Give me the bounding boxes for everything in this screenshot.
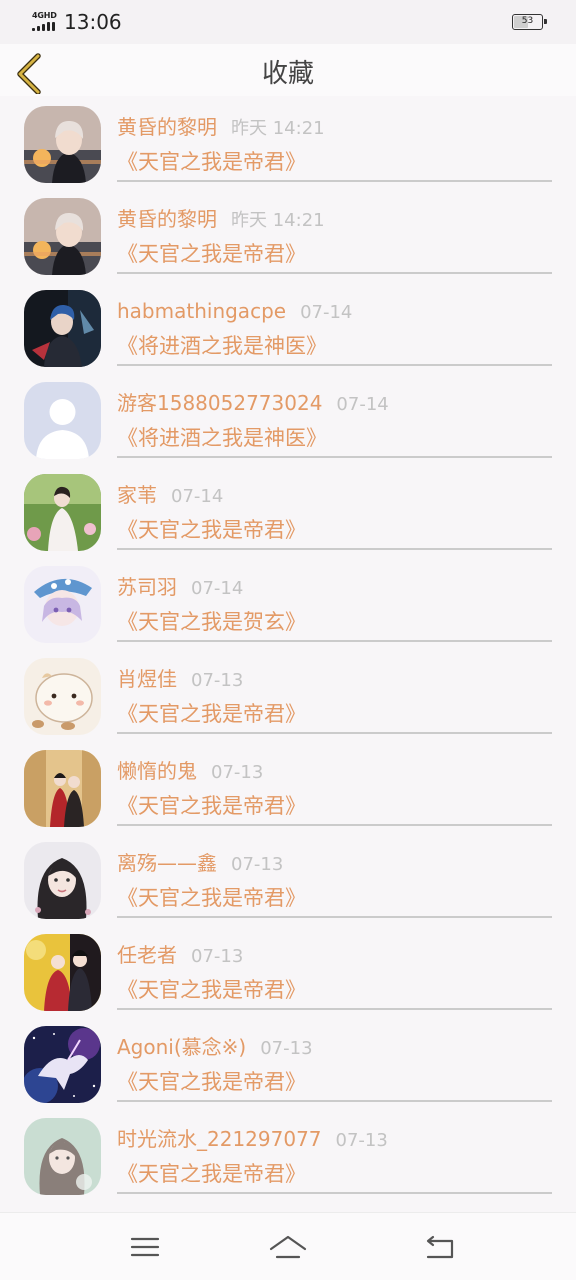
user-name[interactable]: 任老者 (117, 943, 177, 967)
avatar[interactable] (24, 474, 101, 551)
user-name[interactable]: 游客1588052773024 (117, 391, 322, 415)
page-title: 收藏 (261, 59, 314, 89)
status-time: 13:06 (64, 10, 122, 34)
user-name[interactable]: 肖煜佳 (117, 667, 177, 691)
timestamp: 昨天 14:21 (231, 118, 325, 139)
timestamp: 07-13 (211, 762, 264, 783)
favorite-item[interactable]: 黄昏的黎明 昨天 14:21 《天官之我是帝君》 (0, 96, 576, 188)
avatar[interactable] (24, 842, 101, 919)
book-title[interactable]: 《将进酒之我是神医》 (117, 332, 327, 360)
menu-icon (130, 1237, 160, 1257)
book-title[interactable]: 《天官之我是帝君》 (117, 1160, 306, 1188)
timestamp: 07-14 (191, 578, 244, 599)
avatar[interactable] (24, 106, 101, 183)
favorite-item[interactable]: Agoni(慕念※) 07-13 《天官之我是帝君》 (0, 1016, 576, 1108)
menu-button[interactable] (125, 1231, 165, 1263)
divider (117, 272, 552, 274)
divider (117, 640, 552, 642)
avatar[interactable] (24, 566, 101, 643)
system-nav-bar (0, 1212, 576, 1280)
favorite-item[interactable]: 苏司羽 07-14 《天官之我是贺玄》 (0, 556, 576, 648)
favorite-item[interactable]: 黄昏的黎明 昨天 14:21 《天官之我是帝君》 (0, 188, 576, 280)
home-button[interactable] (268, 1231, 308, 1263)
divider (117, 180, 552, 182)
timestamp: 07-13 (191, 670, 244, 691)
avatar[interactable] (24, 290, 101, 367)
user-name[interactable]: 苏司羽 (117, 575, 177, 599)
favorite-item[interactable]: 游客1588052773024 07-14 《将进酒之我是神医》 (0, 372, 576, 464)
avatar[interactable] (24, 1118, 101, 1195)
timestamp: 07-13 (191, 946, 244, 967)
battery-icon: 53 (512, 14, 547, 30)
timestamp: 昨天 14:21 (231, 210, 325, 231)
return-icon (426, 1235, 454, 1259)
favorite-item[interactable]: habmathingacpe 07-14 《将进酒之我是神医》 (0, 280, 576, 372)
book-title[interactable]: 《将进酒之我是神医》 (117, 424, 327, 452)
signal-icon: 4GHD (32, 11, 60, 33)
user-name[interactable]: 懒惰的鬼 (117, 759, 197, 783)
favorite-item[interactable]: 肖煜佳 07-13 《天官之我是帝君》 (0, 648, 576, 740)
timestamp: 07-13 (231, 854, 284, 875)
book-title[interactable]: 《天官之我是贺玄》 (117, 608, 306, 636)
divider (117, 364, 552, 366)
book-title[interactable]: 《天官之我是帝君》 (117, 976, 306, 1004)
user-name[interactable]: 离殇——鑫 (117, 851, 217, 875)
favorite-item[interactable]: 家苇 07-14 《天官之我是帝君》 (0, 464, 576, 556)
avatar[interactable] (24, 934, 101, 1011)
book-title[interactable]: 《天官之我是帝君》 (117, 1068, 306, 1096)
divider (117, 1008, 552, 1010)
divider (117, 732, 552, 734)
book-title[interactable]: 《天官之我是帝君》 (117, 148, 306, 176)
favorites-list[interactable]: 黄昏的黎明 昨天 14:21 《天官之我是帝君》 黄昏的黎明 昨天 14:21 《天官之我… (0, 96, 576, 1212)
user-name[interactable]: habmathingacpe (117, 299, 286, 323)
timestamp: 07-14 (300, 302, 353, 323)
book-title[interactable]: 《天官之我是帝君》 (117, 700, 306, 728)
avatar[interactable] (24, 1026, 101, 1103)
app-header: 收藏 (0, 44, 576, 96)
book-title[interactable]: 《天官之我是帝君》 (117, 516, 306, 544)
divider (117, 916, 552, 918)
status-bar: 4GHD 13:06 53 (0, 0, 576, 44)
home-icon (269, 1235, 307, 1259)
avatar[interactable] (24, 658, 101, 735)
timestamp: 07-14 (171, 486, 224, 507)
divider (117, 456, 552, 458)
timestamp: 07-13 (335, 1130, 388, 1151)
avatar[interactable] (24, 382, 101, 459)
divider (117, 1100, 552, 1102)
book-title[interactable]: 《天官之我是帝君》 (117, 792, 306, 820)
book-title[interactable]: 《天官之我是帝君》 (117, 884, 306, 912)
return-button[interactable] (420, 1231, 460, 1263)
avatar[interactable] (24, 198, 101, 275)
user-name[interactable]: 时光流水_221297077 (117, 1127, 322, 1151)
user-name[interactable]: Agoni(慕念※) (117, 1035, 246, 1059)
divider (117, 548, 552, 550)
favorite-item[interactable]: 懒惰的鬼 07-13 《天官之我是帝君》 (0, 740, 576, 832)
timestamp: 07-14 (336, 394, 389, 415)
favorite-item[interactable]: 离殇——鑫 07-13 《天官之我是帝君》 (0, 832, 576, 924)
favorite-item[interactable]: 时光流水_221297077 07-13 《天官之我是帝君》 (0, 1108, 576, 1200)
book-title[interactable]: 《天官之我是帝君》 (117, 240, 306, 268)
user-name[interactable]: 黄昏的黎明 (117, 115, 217, 139)
divider (117, 1192, 552, 1194)
battery-level: 53 (521, 16, 534, 26)
favorite-item[interactable]: 任老者 07-13 《天官之我是帝君》 (0, 924, 576, 1016)
user-name[interactable]: 黄昏的黎明 (117, 207, 217, 231)
network-type: 4GHD (32, 11, 57, 20)
user-name[interactable]: 家苇 (117, 483, 157, 507)
timestamp: 07-13 (260, 1038, 313, 1059)
avatar[interactable] (24, 750, 101, 827)
divider (117, 824, 552, 826)
